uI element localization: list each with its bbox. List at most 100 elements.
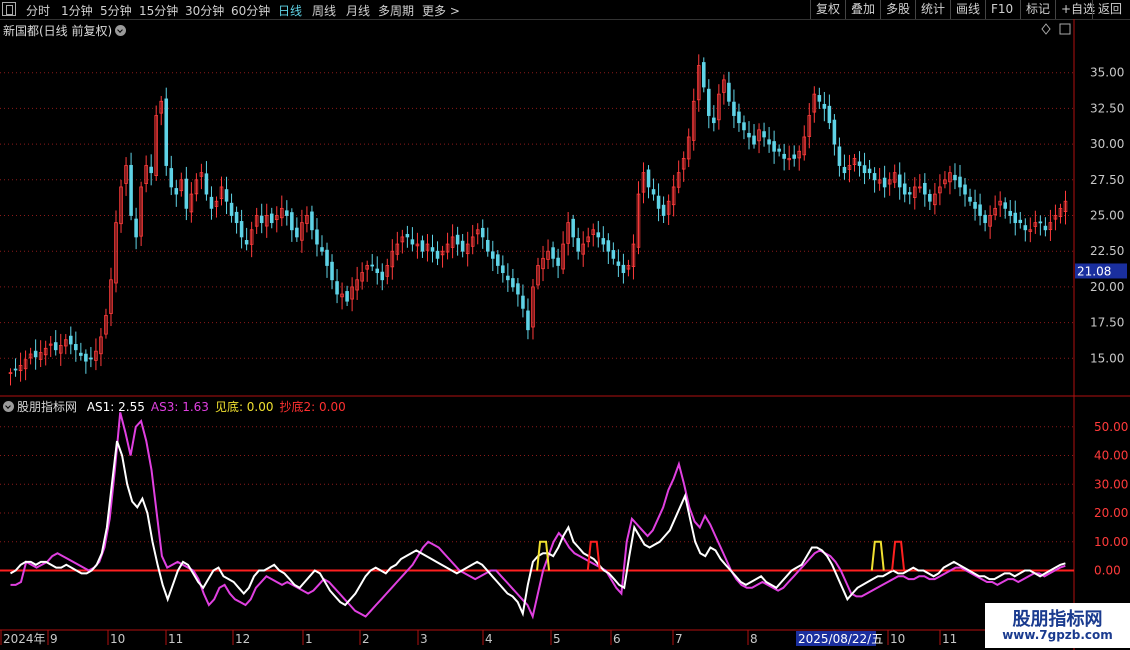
- toolbar-button-0[interactable]: 复权: [810, 0, 845, 19]
- period-tab-6[interactable]: 日线: [278, 2, 302, 19]
- cursor-date-box: [796, 631, 876, 646]
- candle-body: [661, 204, 666, 216]
- price-panel-title: 新国都(日线 前复权): [3, 22, 127, 39]
- candle-body: [1033, 222, 1038, 227]
- toolbar-button-3[interactable]: 统计: [915, 0, 950, 19]
- candle-body: [656, 195, 661, 209]
- period-tab-9[interactable]: 多周期: [378, 2, 414, 19]
- time-axis-label: 2: [362, 632, 370, 646]
- candle-body: [676, 172, 681, 188]
- candle-body: [601, 238, 606, 245]
- candle-body: [300, 222, 304, 241]
- toolbar-button-1[interactable]: 叠加: [845, 0, 880, 19]
- candle-body: [119, 186, 123, 225]
- candle-body: [501, 265, 505, 274]
- candle-body: [249, 229, 254, 245]
- current-price-label: 21.08: [1077, 264, 1111, 278]
- candle-body: [58, 345, 63, 354]
- candle-body: [872, 173, 877, 181]
- candle-body: [752, 135, 756, 145]
- dropdown-icon[interactable]: [3, 401, 14, 412]
- candle-body: [264, 215, 269, 227]
- candle-body: [636, 193, 641, 248]
- candle-body: [576, 238, 580, 252]
- toolbar-button-2[interactable]: 多股: [880, 0, 915, 19]
- candle-body: [626, 265, 631, 270]
- candle-body: [114, 222, 118, 284]
- period-tab-1[interactable]: 1分钟: [61, 2, 93, 19]
- period-tab-3[interactable]: 15分钟: [139, 2, 178, 19]
- period-tab-2[interactable]: 5分钟: [100, 2, 132, 19]
- candle-body: [470, 236, 475, 247]
- candle-body: [842, 166, 847, 174]
- candle-body: [837, 146, 842, 166]
- candle-body: [827, 105, 832, 124]
- candle-body: [651, 189, 656, 195]
- candle-body: [184, 178, 189, 209]
- candle-body: [1008, 210, 1013, 216]
- candle-body: [631, 243, 636, 267]
- toolbar-button-8[interactable]: 返回: [1092, 0, 1127, 19]
- candle-body: [159, 100, 164, 114]
- candle-body: [89, 357, 93, 360]
- period-tab-8[interactable]: 月线: [346, 2, 370, 19]
- candle-body: [1023, 225, 1028, 231]
- watermark-url: www.7gpzb.com: [1002, 628, 1113, 642]
- time-axis-label: 6: [613, 632, 621, 646]
- candle-body: [817, 95, 822, 102]
- candle-body: [335, 281, 339, 295]
- period-tab-5[interactable]: 60分钟: [231, 2, 270, 19]
- indicator-panel-title: 股朋指标网 AS1: 2.55 AS3: 1.63 见底: 0.00 抄底2: 0.0…: [3, 398, 346, 415]
- candle-body: [822, 103, 827, 109]
- candle-body: [38, 352, 43, 360]
- candle-body: [696, 65, 701, 101]
- candle-body: [164, 98, 169, 166]
- toolbar-button-6[interactable]: 标记: [1020, 0, 1055, 19]
- period-tab-10[interactable]: 更多 >: [422, 2, 460, 19]
- candle-body: [380, 271, 385, 281]
- candle-body: [48, 343, 53, 346]
- candle-body: [370, 264, 374, 267]
- candle-body: [526, 310, 530, 331]
- candle-body: [707, 88, 711, 116]
- period-tab-0[interactable]: 分时: [26, 2, 50, 19]
- candle-body: [390, 250, 395, 268]
- bottom-signal-yellow: [870, 540, 885, 571]
- menu-icon[interactable]: [2, 2, 16, 16]
- candle-body: [591, 229, 596, 235]
- candle-body: [641, 172, 646, 193]
- time-axis-label: 8: [750, 632, 758, 646]
- price-tick-label: 20.00: [1090, 280, 1124, 294]
- candle-body: [239, 221, 244, 238]
- candle-body: [862, 165, 867, 174]
- candle-body: [948, 172, 952, 183]
- candle-body: [857, 161, 862, 166]
- candle-body: [415, 243, 420, 247]
- toolbar-button-5[interactable]: F10: [985, 0, 1018, 19]
- candle-body: [1048, 222, 1053, 231]
- candle-body: [320, 247, 324, 252]
- candle-body: [963, 184, 967, 195]
- price-tick-label: 15.00: [1090, 351, 1124, 365]
- candle-body: [792, 154, 796, 159]
- legend-item-2: 见底: 0.00: [214, 400, 274, 414]
- candle-body: [496, 254, 500, 266]
- candle-body: [475, 229, 480, 235]
- candle-body: [988, 215, 992, 227]
- period-tab-7[interactable]: 周线: [312, 2, 336, 19]
- candle-body: [28, 353, 33, 359]
- candle-body: [84, 353, 88, 362]
- candle-body: [109, 279, 113, 314]
- candle-body: [897, 174, 902, 188]
- candle-body: [671, 186, 676, 206]
- dropdown-icon[interactable]: [115, 25, 127, 36]
- candle-body: [99, 336, 103, 355]
- candle-body: [938, 186, 942, 194]
- toolbar-button-4[interactable]: 画线: [950, 0, 985, 19]
- candle-body: [350, 286, 354, 300]
- indicator-tick-label: 0.00: [1094, 564, 1121, 578]
- as1-line: [10, 440, 1066, 618]
- period-tab-4[interactable]: 30分钟: [185, 2, 224, 19]
- candle-body: [902, 183, 907, 195]
- candle-body: [43, 347, 48, 356]
